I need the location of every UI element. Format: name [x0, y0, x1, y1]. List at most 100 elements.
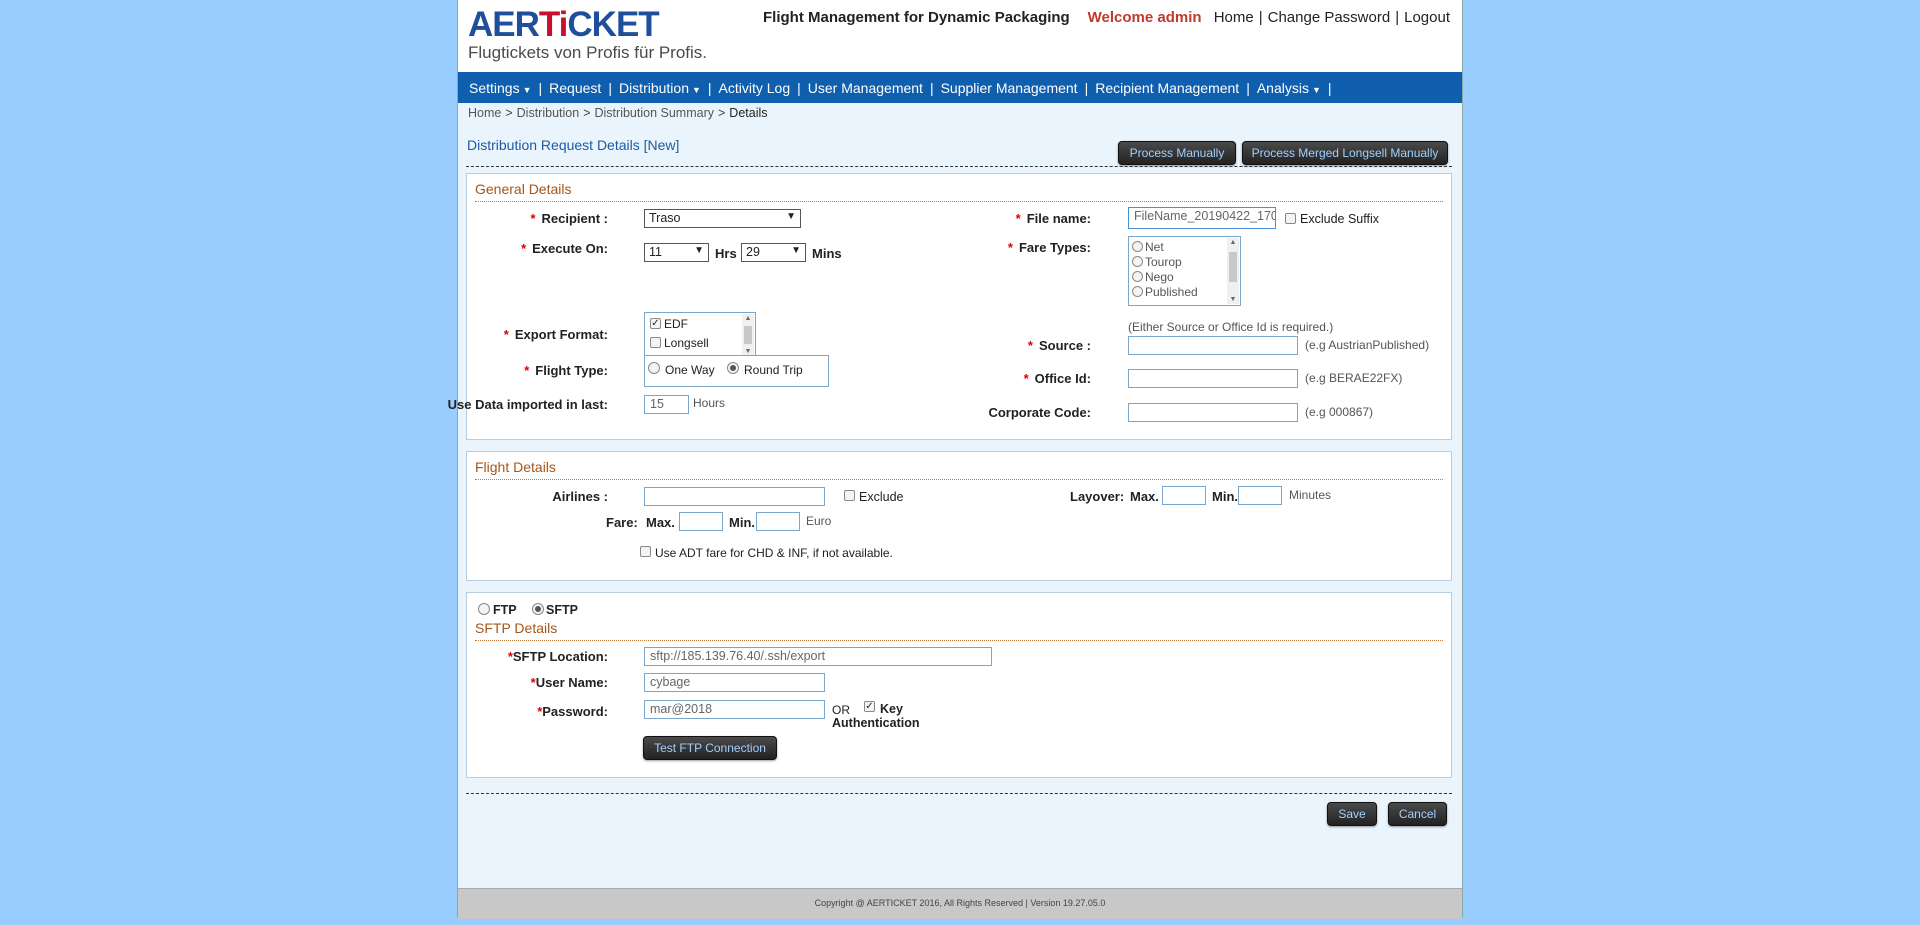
- user-name-input[interactable]: cybage: [644, 673, 825, 692]
- nav-analysis[interactable]: Analysis ▼: [1257, 80, 1321, 96]
- breadcrumb-summary[interactable]: Distribution Summary: [595, 106, 714, 120]
- recipient-select[interactable]: Traso ▼: [644, 209, 801, 228]
- aerticket-logo[interactable]: AERTiCKET Flugtickets von Profis für Pro…: [468, 7, 707, 63]
- breadcrumb-distribution[interactable]: Distribution: [517, 106, 580, 120]
- fare-nego-radio[interactable]: [1132, 271, 1143, 282]
- main-nav: Settings ▼ | Request | Distribution ▼ | Ac…: [458, 72, 1462, 103]
- nav-request[interactable]: Request: [549, 80, 601, 96]
- corporate-code-input[interactable]: [1128, 403, 1298, 422]
- page-title: Distribution Request Details [New]: [467, 137, 680, 153]
- export-edf-checkbox[interactable]: ✓: [650, 318, 661, 329]
- chevron-down-icon: ▼: [522, 84, 532, 95]
- sftp-location-label: *SFTP Location:: [507, 649, 608, 664]
- source-office-note: (Either Source or Office Id is required.…: [1128, 320, 1334, 334]
- sftp-location-input[interactable]: sftp://185.139.76.40/.ssh/export: [644, 647, 992, 666]
- layover-max-input[interactable]: [1162, 486, 1206, 505]
- layover-unit: Minutes: [1289, 488, 1332, 502]
- one-way-radio[interactable]: [648, 362, 660, 374]
- layover-min-input[interactable]: [1238, 486, 1282, 505]
- nav-separator: |: [608, 79, 612, 96]
- one-way-label: One Way: [665, 363, 715, 377]
- general-details-title: General Details: [475, 181, 572, 197]
- change-password-link[interactable]: Change Password: [1268, 9, 1391, 26]
- execute-hours-select[interactable]: 11 ▼: [644, 243, 709, 262]
- fare-max-input[interactable]: [679, 512, 723, 531]
- export-format-label: * Export Format:: [503, 327, 608, 342]
- corporate-code-hint: (e.g 000867): [1305, 405, 1374, 419]
- exclude-airlines-checkbox[interactable]: [844, 490, 855, 501]
- exclude-airlines-label: Exclude: [859, 490, 904, 504]
- source-input[interactable]: [1128, 336, 1298, 355]
- nav-recipient-management[interactable]: Recipient Management: [1095, 80, 1239, 96]
- fare-type-tourop: Tourop: [1145, 255, 1182, 269]
- execute-on-label: * Execute On:: [521, 241, 608, 256]
- export-format-list[interactable]: ✓ EDF Longsell ▲ ▼: [644, 312, 756, 358]
- sftp-label: SFTP: [546, 603, 578, 617]
- home-link[interactable]: Home: [1214, 9, 1254, 26]
- nav-activity-log[interactable]: Activity Log: [719, 80, 791, 96]
- divider: [466, 166, 1452, 167]
- process-manually-button[interactable]: Process Manually: [1118, 141, 1236, 165]
- top-links: Welcome admin Home | Change Password | Logou…: [1088, 9, 1450, 26]
- execute-minutes-select[interactable]: 29 ▼: [741, 243, 806, 262]
- test-ftp-connection-button[interactable]: Test FTP Connection: [643, 736, 777, 760]
- office-id-hint: (e.g BERAE22FX): [1305, 371, 1403, 385]
- exclude-suffix-checkbox[interactable]: [1285, 213, 1296, 224]
- source-hint: (e.g AustrianPublished): [1305, 338, 1430, 352]
- section-rule: [475, 479, 1443, 480]
- fare-tourop-radio[interactable]: [1132, 256, 1143, 267]
- fare-type-published: Published: [1145, 285, 1198, 299]
- fare-types-scrollbar[interactable]: ▲ ▼: [1227, 238, 1239, 304]
- fare-types-list[interactable]: Net Tourop Nego Published ▲ ▼: [1128, 236, 1241, 306]
- corporate-code-label: Corporate Code:: [988, 405, 1091, 420]
- password-label: *Password:: [537, 704, 608, 719]
- sftp-radio[interactable]: [532, 603, 544, 615]
- welcome-text: Welcome admin: [1087, 9, 1202, 26]
- nav-separator: |: [707, 79, 712, 96]
- fare-net-radio[interactable]: [1132, 241, 1143, 252]
- office-id-input[interactable]: [1128, 369, 1298, 388]
- export-longsell-checkbox[interactable]: [650, 337, 661, 348]
- fare-min-label: Min.: [729, 515, 755, 530]
- use-data-hours-input[interactable]: 15: [644, 395, 689, 414]
- section-rule: [475, 201, 1443, 202]
- export-format-scrollbar[interactable]: ▲ ▼: [742, 314, 754, 356]
- adt-fare-label: Use ADT fare for CHD & INF, if not avail…: [655, 546, 893, 560]
- airlines-input[interactable]: [644, 487, 825, 506]
- layover-label: Layover:: [1070, 489, 1125, 504]
- round-trip-radio[interactable]: [727, 362, 739, 374]
- nav-distribution[interactable]: Distribution ▼: [619, 80, 701, 96]
- flight-type-group: One Way Round Trip: [644, 355, 829, 387]
- flight-details-title: Flight Details: [475, 459, 556, 475]
- file-name-input[interactable]: FileName_20190422_17091: [1128, 207, 1276, 229]
- source-label: * Source :: [1027, 338, 1091, 353]
- dropdown-arrow-icon: ▼: [694, 245, 704, 256]
- fare-min-input[interactable]: [756, 512, 800, 531]
- fare-max-label: Max.: [646, 515, 675, 530]
- cancel-button[interactable]: Cancel: [1388, 802, 1447, 826]
- file-name-label: * File name:: [1015, 211, 1091, 226]
- nav-user-management[interactable]: User Management: [808, 80, 923, 96]
- key-auth-checkbox[interactable]: ✓: [864, 701, 875, 712]
- process-merged-longsell-button[interactable]: Process Merged Longsell Manually: [1242, 141, 1448, 165]
- fare-types-label: * Fare Types:: [1007, 240, 1091, 255]
- password-input[interactable]: mar@2018: [644, 700, 825, 719]
- divider: [466, 793, 1452, 794]
- layover-max-label: Max.: [1130, 489, 1159, 504]
- nav-separator: |: [929, 79, 934, 96]
- nav-supplier-management[interactable]: Supplier Management: [941, 80, 1078, 96]
- key-auth-label-1: Key: [880, 702, 903, 716]
- logout-link[interactable]: Logout: [1404, 9, 1450, 26]
- fare-published-radio[interactable]: [1132, 286, 1143, 297]
- save-button[interactable]: Save: [1327, 802, 1377, 826]
- breadcrumb: Home > Distribution > Distribution Summary > D…: [468, 106, 768, 120]
- ftp-radio[interactable]: [478, 603, 490, 615]
- nav-separator: |: [1084, 79, 1089, 96]
- exclude-suffix-label: Exclude Suffix: [1300, 212, 1379, 226]
- fare-currency: Euro: [806, 514, 832, 528]
- nav-settings[interactable]: Settings ▼: [469, 80, 532, 96]
- export-edf-label: EDF: [664, 317, 688, 331]
- adt-fare-checkbox[interactable]: [640, 546, 651, 557]
- breadcrumb-home[interactable]: Home: [468, 106, 501, 120]
- footer: Copyright @ AERTICKET 2016, All Rights R…: [458, 888, 1462, 919]
